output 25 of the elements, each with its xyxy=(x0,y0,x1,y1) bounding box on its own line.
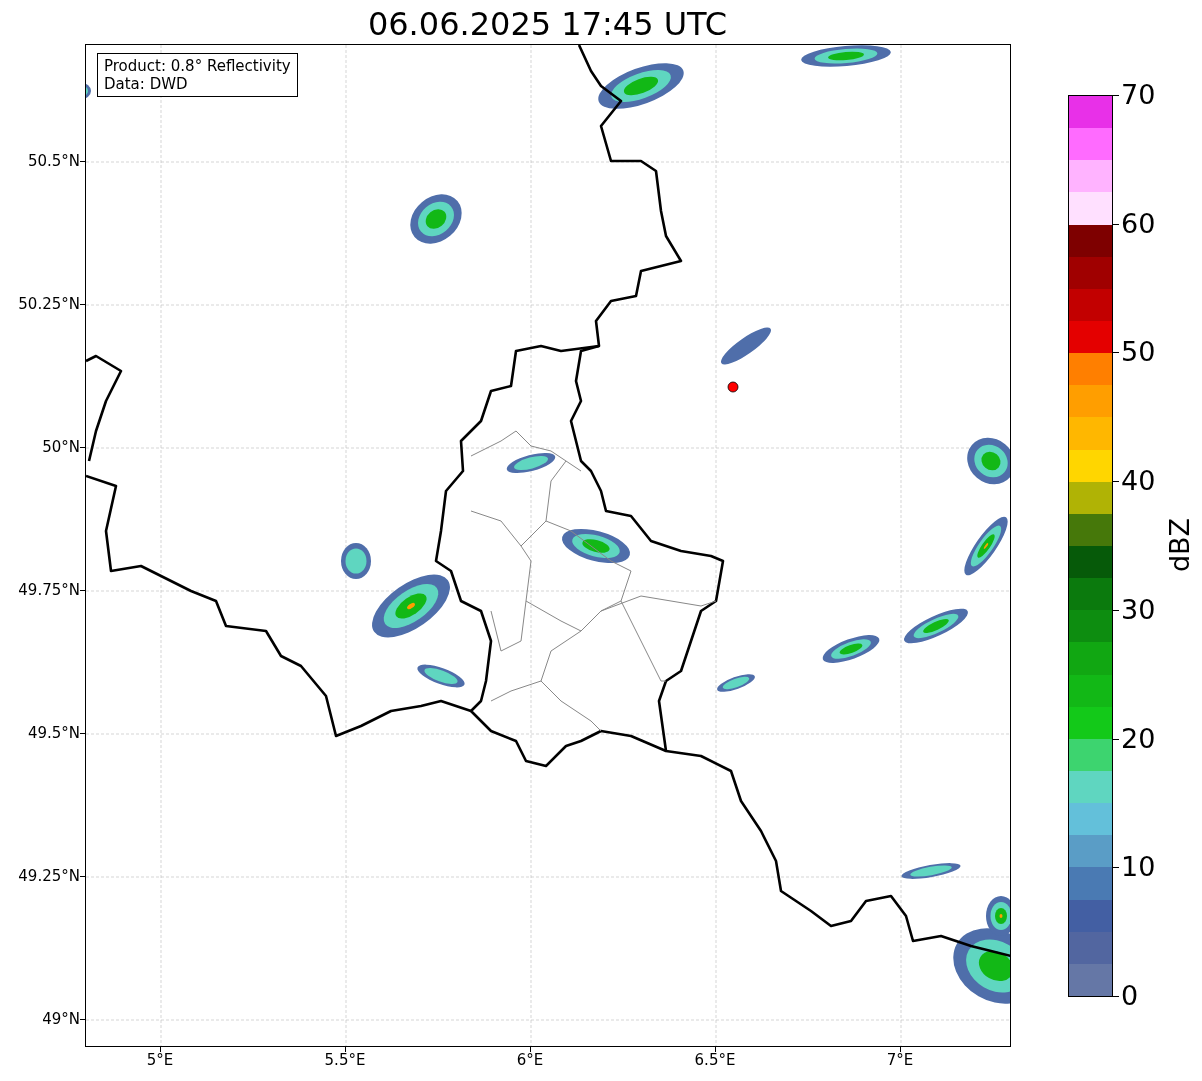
y-axis-label: 49.25°N xyxy=(18,867,80,885)
scale-label: 0 xyxy=(1121,981,1139,1011)
y-axis-label: 50.5°N xyxy=(27,152,80,170)
scale-label: 10 xyxy=(1121,852,1156,883)
chart-title: 06.06.2025 17:45 UTC xyxy=(366,4,729,44)
scale-label: 70 xyxy=(1121,80,1156,110)
scale-label: 30 xyxy=(1121,594,1156,625)
scale-label: 60 xyxy=(1121,208,1156,239)
y-axis-label: 49.75°N xyxy=(18,581,80,599)
x-axis-label: 6.5°E xyxy=(693,1051,737,1069)
radar-site-marker xyxy=(727,381,739,393)
scale-label: 40 xyxy=(1121,466,1156,497)
scale-unit-label: dBZ xyxy=(1165,516,1195,575)
y-axis-label: 50°N xyxy=(42,438,80,456)
scale-label: 50 xyxy=(1121,337,1156,368)
x-axis-label: 5°E xyxy=(145,1051,175,1069)
x-axis-label: 5.5°E xyxy=(323,1051,367,1069)
y-axis-label: 49°N xyxy=(42,1010,80,1028)
y-axis-label: 49.5°N xyxy=(27,724,80,742)
x-axis-label: 6°E xyxy=(515,1051,545,1069)
info-text: Data: DWD xyxy=(104,75,189,93)
info-text: Product: 0.8° Reflectivity xyxy=(104,57,291,75)
scale-label: 20 xyxy=(1121,723,1156,754)
x-axis-label: 7°E xyxy=(885,1051,915,1069)
y-axis-label: 50.25°N xyxy=(18,295,80,313)
